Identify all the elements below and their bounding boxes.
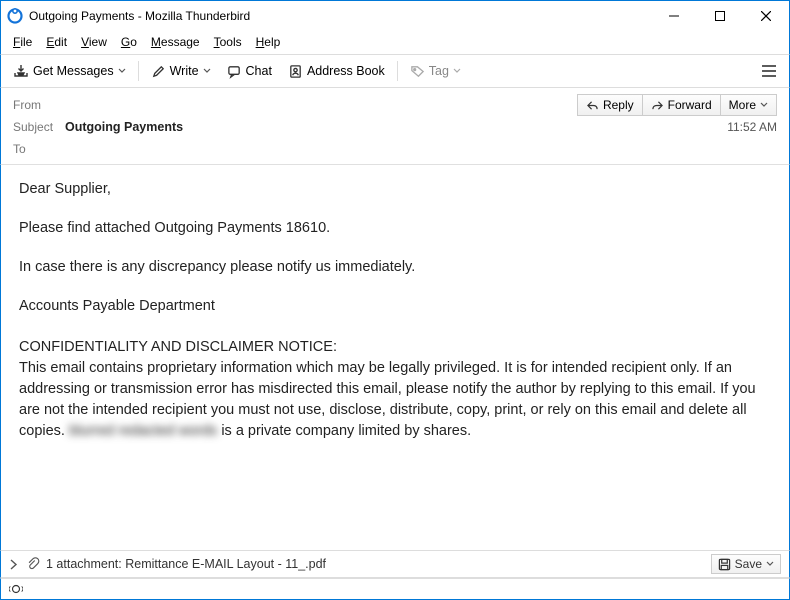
close-button[interactable]	[743, 1, 789, 30]
save-icon	[718, 558, 731, 571]
minimize-button[interactable]	[651, 1, 697, 30]
body-line2: In case there is any discrepancy please …	[19, 257, 771, 278]
message-body: Dear Supplier, Please find attached Outg…	[0, 165, 790, 550]
address-book-button[interactable]: Address Book	[280, 60, 393, 83]
header-actions: Reply Forward More	[577, 94, 777, 116]
forward-label: Forward	[668, 98, 712, 112]
address-book-icon	[288, 64, 303, 79]
tag-icon	[410, 64, 425, 79]
menu-go[interactable]: Go	[115, 33, 143, 51]
expand-attachment-button[interactable]	[9, 559, 18, 570]
chevron-down-icon	[453, 67, 461, 75]
from-row: From Reply Forward More	[13, 94, 777, 116]
menu-file[interactable]: File	[7, 33, 38, 51]
reply-icon	[586, 100, 599, 111]
subject-value: Outgoing Payments	[65, 120, 727, 134]
reply-label: Reply	[603, 98, 634, 112]
app-icon	[7, 8, 23, 24]
subject-label: Subject	[13, 120, 65, 134]
tag-button[interactable]: Tag	[402, 60, 469, 83]
separator	[397, 61, 398, 81]
menu-view[interactable]: View	[75, 33, 113, 51]
save-label: Save	[735, 557, 762, 571]
titlebar: Outgoing Payments - Mozilla Thunderbird	[0, 0, 790, 30]
attachment-bar: 1 attachment: Remittance E-MAIL Layout -…	[0, 550, 790, 578]
tag-label: Tag	[429, 64, 449, 78]
paperclip-icon	[26, 557, 40, 571]
message-header: From Reply Forward More Subject Outgoing…	[0, 88, 790, 165]
from-label: From	[13, 98, 65, 112]
disclaimer-post: is a private company limited by shares.	[217, 423, 471, 439]
menu-help[interactable]: Help	[250, 33, 287, 51]
more-button[interactable]: More	[721, 94, 777, 116]
write-label: Write	[170, 64, 199, 78]
chat-button[interactable]: Chat	[219, 60, 280, 83]
to-row: To	[13, 138, 777, 160]
message-time: 11:52 AM	[727, 120, 777, 134]
to-label: To	[13, 142, 65, 156]
separator	[138, 61, 139, 81]
reply-button[interactable]: Reply	[577, 94, 643, 116]
attachment-text[interactable]: 1 attachment: Remittance E-MAIL Layout -…	[46, 557, 711, 571]
activity-icon	[9, 583, 23, 595]
menubar: File Edit View Go Message Tools Help	[0, 30, 790, 54]
chevron-down-icon	[766, 560, 774, 568]
maximize-button[interactable]	[697, 1, 743, 30]
save-attachment-button[interactable]: Save	[711, 554, 781, 574]
body-greeting: Dear Supplier,	[19, 179, 771, 200]
subject-row: Subject Outgoing Payments 11:52 AM	[13, 116, 777, 138]
forward-button[interactable]: Forward	[643, 94, 721, 116]
statusbar	[0, 578, 790, 600]
hamburger-icon	[761, 64, 777, 78]
forward-icon	[651, 100, 664, 111]
window-title: Outgoing Payments - Mozilla Thunderbird	[29, 9, 651, 23]
more-label: More	[729, 98, 756, 112]
chevron-down-icon	[203, 67, 211, 75]
disclaimer-title: CONFIDENTIALITY AND DISCLAIMER NOTICE:	[19, 337, 771, 358]
toolbar: Get Messages Write Chat Address Book Tag	[0, 54, 790, 88]
get-messages-label: Get Messages	[33, 64, 114, 78]
chevron-down-icon	[118, 67, 126, 75]
body-line1: Please find attached Outgoing Payments 1…	[19, 218, 771, 239]
menu-edit[interactable]: Edit	[40, 33, 73, 51]
menu-tools[interactable]: Tools	[208, 33, 248, 51]
window-controls	[651, 1, 789, 30]
inbox-download-icon	[13, 63, 29, 79]
chat-label: Chat	[246, 64, 272, 78]
pencil-icon	[151, 64, 166, 79]
body-line3: Accounts Payable Department	[19, 296, 771, 317]
chat-icon	[227, 64, 242, 79]
address-book-label: Address Book	[307, 64, 385, 78]
disclaimer-redacted: blurred redacted words	[69, 421, 217, 442]
get-messages-button[interactable]: Get Messages	[5, 59, 134, 83]
write-button[interactable]: Write	[143, 60, 219, 83]
chevron-down-icon	[760, 101, 768, 109]
app-menu-button[interactable]	[753, 60, 785, 82]
disclaimer-text: This email contains proprietary informat…	[19, 358, 771, 442]
menu-message[interactable]: Message	[145, 33, 206, 51]
